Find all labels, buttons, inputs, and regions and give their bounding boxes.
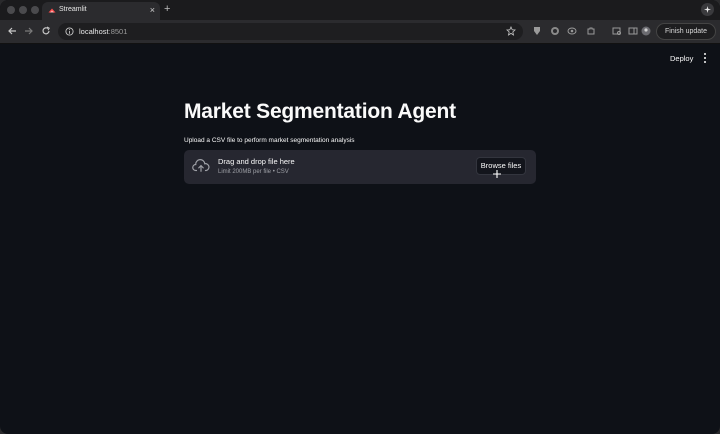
tab-search-icon[interactable] bbox=[612, 26, 622, 36]
browser-window: Streamlit × + localhost:8501 Finish upda… bbox=[0, 0, 720, 434]
extensions-puzzle-icon[interactable] bbox=[586, 26, 596, 36]
finish-update-button[interactable]: Finish update bbox=[656, 23, 716, 40]
streamlit-logo-icon bbox=[48, 8, 56, 13]
forward-arrow-icon[interactable] bbox=[24, 26, 34, 36]
close-icon[interactable]: × bbox=[150, 5, 155, 15]
browse-files-button[interactable]: Browse files bbox=[476, 157, 526, 175]
address-bar[interactable]: localhost:8501 bbox=[58, 23, 523, 40]
main-menu-icon[interactable] bbox=[703, 53, 707, 64]
cloud-upload-icon bbox=[192, 159, 210, 172]
dropzone-title: Drag and drop file here bbox=[218, 157, 295, 166]
deploy-button[interactable]: Deploy bbox=[670, 54, 693, 63]
tab-streamlit[interactable]: Streamlit × bbox=[42, 2, 160, 20]
tab-title: Streamlit bbox=[59, 6, 87, 13]
file-dropzone[interactable]: Drag and drop file here Limit 200MB per … bbox=[184, 150, 536, 184]
bookmark-star-icon[interactable] bbox=[506, 26, 516, 36]
close-window-button[interactable] bbox=[7, 6, 15, 14]
url-text: localhost:8501 bbox=[79, 27, 128, 36]
extension-chatgpt-icon[interactable] bbox=[550, 26, 560, 36]
profile-avatar-icon[interactable] bbox=[641, 26, 651, 36]
side-panel-icon[interactable] bbox=[628, 26, 638, 36]
minimize-window-button[interactable] bbox=[19, 6, 27, 14]
maximize-window-button[interactable] bbox=[31, 6, 39, 14]
dropzone-limit: Limit 200MB per file • CSV bbox=[218, 169, 289, 175]
file-uploader-label: Upload a CSV file to perform market segm… bbox=[184, 137, 355, 144]
extension-shield-icon[interactable] bbox=[532, 26, 542, 36]
browser-toolbar: localhost:8501 Finish update bbox=[0, 20, 720, 44]
plus-icon[interactable]: + bbox=[164, 3, 170, 15]
mouse-cursor-icon bbox=[493, 170, 501, 178]
back-arrow-icon[interactable] bbox=[7, 26, 17, 36]
site-info-icon[interactable] bbox=[65, 27, 74, 36]
reload-icon[interactable] bbox=[41, 26, 51, 36]
sparkle-icon[interactable] bbox=[701, 3, 714, 16]
page-title: Market Segmentation Agent bbox=[184, 100, 456, 123]
extension-eye-icon[interactable] bbox=[567, 26, 577, 36]
tab-strip: Streamlit × + bbox=[0, 0, 720, 20]
